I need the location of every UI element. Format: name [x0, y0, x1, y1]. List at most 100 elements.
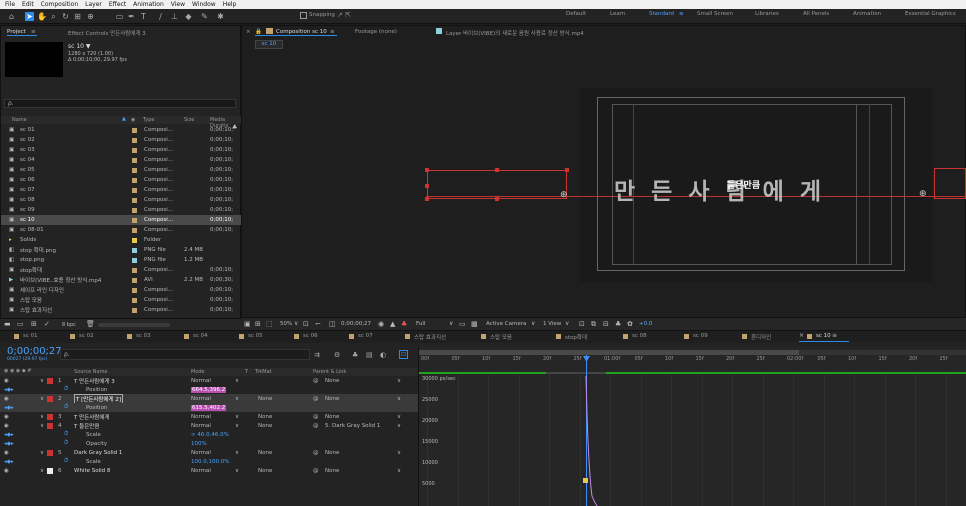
timeline-tab-12[interactable]: 흔디자인 — [751, 333, 771, 341]
parent-select[interactable]: None — [325, 468, 339, 474]
layer-mode-select[interactable]: Normal — [191, 396, 211, 402]
roi-icon[interactable]: ▭ — [459, 320, 466, 328]
timeline-tab-8[interactable]: 스탑 모음 — [490, 333, 512, 341]
eraser-tool-icon[interactable]: ◆ — [184, 12, 193, 21]
layer-label-color[interactable] — [47, 395, 53, 402]
item-label-chip[interactable] — [132, 247, 137, 253]
camera-select[interactable]: Active Camera — [486, 321, 526, 327]
col-parent[interactable]: Parent & Link — [313, 369, 346, 375]
clone-stamp-tool-icon[interactable]: ⊥ — [170, 12, 179, 21]
timeline-icon[interactable]: ⊟ — [603, 320, 609, 328]
mask-toggle-icon[interactable]: ⬚ — [266, 320, 273, 328]
property-row[interactable]: ◂◆▸ ⏱ Position 615.5,402.2 — [0, 403, 418, 412]
item-label-chip[interactable] — [132, 137, 137, 143]
property-value[interactable]: 664.5,396.2 — [191, 386, 227, 393]
project-item[interactable]: ▸ Solids Folder — [1, 235, 241, 245]
parent-dropdown-icon[interactable]: ∨ — [397, 423, 401, 429]
keyframe-nav-icon[interactable]: ◂◆▸ — [4, 441, 14, 447]
item-label-chip[interactable] — [132, 257, 137, 263]
keyframe-marker[interactable] — [583, 478, 588, 483]
project-scrollbar[interactable] — [98, 323, 170, 327]
keyframe-nav-icon[interactable]: ◂◆▸ — [4, 459, 14, 465]
project-item[interactable]: ▣ sc 09 Composi... 0;00;10; — [1, 205, 241, 215]
item-label-chip[interactable] — [132, 277, 137, 283]
menu-edit[interactable]: Edit — [22, 1, 34, 8]
exposure-value[interactable]: +0.0 — [639, 321, 652, 327]
property-row[interactable]: ◂◆▸ ⏱ Opacity 100% — [0, 439, 418, 448]
property-row[interactable]: ◂◆▸ ⏱ Scale 100.0,100.0% — [0, 457, 418, 466]
keyframe-nav-icon[interactable]: ◂◆▸ — [4, 387, 14, 393]
trkmat-select[interactable]: None — [258, 450, 272, 456]
project-item[interactable]: ▣ stop확대 Composi... 0;00;10; — [1, 265, 241, 275]
timeline-tab-7[interactable]: 스탑 효과지선 — [414, 333, 446, 341]
parent-select[interactable]: 5. Dark Gray Solid 1 — [325, 423, 380, 429]
bpc-label[interactable]: 8 bpc — [62, 322, 76, 328]
parent-pickwhip-icon[interactable]: @ — [313, 450, 319, 456]
project-item[interactable]: ▣ sc 08 Composi... 0;00;10; — [1, 195, 241, 205]
graph-editor-icon[interactable]: ⊡ — [399, 350, 408, 359]
timeline-tab-5[interactable]: sc 06 — [303, 333, 318, 339]
property-value[interactable]: 100% — [191, 441, 207, 447]
selection-tool-icon[interactable]: ➤ — [25, 12, 34, 21]
parent-pickwhip-icon[interactable]: @ — [313, 423, 319, 429]
workspace-menu-icon[interactable]: ≡ — [679, 11, 684, 17]
show-snapshot-icon[interactable]: ▲ — [390, 320, 395, 328]
interpret-footage-icon[interactable]: ▬ — [4, 320, 11, 328]
timeline-tab-10[interactable]: sc 08 — [632, 333, 647, 339]
layer-row[interactable]: ◉ ∨ 1 T 만든사람에게 3 Normal ∨ @ None ∨ — [0, 376, 418, 385]
parent-select[interactable]: None — [325, 414, 339, 420]
speed-graph[interactable] — [419, 374, 966, 506]
project-item[interactable]: ▣ 셰이프 라인 디자인 Composi... 0;00;10; — [1, 285, 241, 295]
project-item[interactable]: ▣ sc 04 Composi... 0;00;10; — [1, 155, 241, 165]
fast-previews-icon[interactable]: ⧉ — [591, 320, 596, 329]
trkmat-select[interactable]: None — [258, 414, 272, 420]
parent-dropdown-icon[interactable]: ∨ — [397, 468, 401, 474]
layer-label-color[interactable] — [47, 377, 53, 384]
new-comp-icon[interactable]: ⊞ — [31, 320, 37, 328]
layer-name[interactable]: T 만든사람에게 3 — [74, 377, 115, 385]
stopwatch-icon[interactable]: ⏱ — [64, 404, 68, 411]
project-item[interactable]: ▣ sc 05 Composi... 0;00;10; — [1, 165, 241, 175]
parent-dropdown-icon[interactable]: ∨ — [397, 450, 401, 456]
resolution-select[interactable]: Full — [416, 321, 425, 327]
parent-dropdown-icon[interactable]: ∨ — [397, 378, 401, 384]
shy-icon[interactable]: ♣ — [352, 351, 358, 359]
item-label-chip[interactable] — [132, 297, 137, 303]
layer-name[interactable]: T [만든사람에게 2] — [74, 393, 124, 404]
view-grid-icon[interactable]: ⊞ — [255, 320, 261, 328]
camera-dropdown-icon[interactable]: ∨ — [531, 320, 535, 327]
toggle-pixel-icon[interactable]: ⊡ — [579, 320, 585, 328]
take-snapshot-icon[interactable]: ◉ — [378, 320, 384, 328]
project-item[interactable]: ◧ stop.png PNG file 1.2 MB — [1, 255, 241, 265]
anchor-point-right-icon[interactable]: ⊕ — [919, 189, 927, 199]
time-ruler[interactable]: 00f 05f 10f 15f 20f 25f 01:00f 05f 10f 15f 20f 25f 0… — [419, 355, 966, 367]
mode-dropdown-icon[interactable]: ∨ — [235, 378, 239, 384]
parent-select[interactable]: None — [325, 450, 339, 456]
workspace-small-screen[interactable]: Small Screen — [697, 11, 733, 17]
sort-icon[interactable]: ▲ — [122, 116, 126, 122]
expand-arrow-icon[interactable]: ∨ — [40, 414, 44, 420]
col-trkmat[interactable]: TrkMat — [255, 369, 272, 375]
parent-dropdown-icon[interactable]: ∨ — [397, 396, 401, 402]
trkmat-select[interactable]: None — [258, 396, 272, 402]
visibility-eye-icon[interactable]: ◉ — [4, 396, 9, 402]
comp-mini-flowchart-icon[interactable]: ⇉ — [314, 351, 320, 359]
layer-label-color[interactable] — [47, 467, 53, 474]
parent-pickwhip-icon[interactable]: @ — [313, 396, 319, 402]
pen-tool-icon[interactable]: ✒ — [127, 12, 136, 21]
tab-footage[interactable]: Footage (none) — [355, 29, 397, 35]
graph-editor[interactable]: 00f 05f 10f 15f 20f 25f 01:00f 05f 10f 15f 20f 25f 0… — [418, 347, 966, 506]
item-label-chip[interactable] — [132, 197, 137, 203]
menu-help[interactable]: Help — [223, 1, 237, 8]
timeline-tab-9[interactable]: stop확대 — [565, 333, 587, 341]
item-label-chip[interactable] — [132, 207, 137, 213]
timeline-tab-2[interactable]: sc 03 — [136, 333, 151, 339]
menu-window[interactable]: Window — [192, 1, 216, 8]
views-dropdown-icon[interactable]: ∨ — [565, 320, 569, 327]
anchor-point-icon[interactable]: ⊕ — [560, 190, 568, 200]
col-mode[interactable]: Mode — [191, 369, 205, 375]
project-item[interactable]: ▶ 바이브(VIBE..효용 정산 방식.mp4 AVI 2.2 MB 0;00;30; — [1, 275, 241, 285]
parent-dropdown-icon[interactable]: ∨ — [397, 414, 401, 420]
handle-tl[interactable] — [425, 168, 429, 172]
snap-options-icon[interactable]: ↗ ⇱ — [337, 11, 351, 19]
